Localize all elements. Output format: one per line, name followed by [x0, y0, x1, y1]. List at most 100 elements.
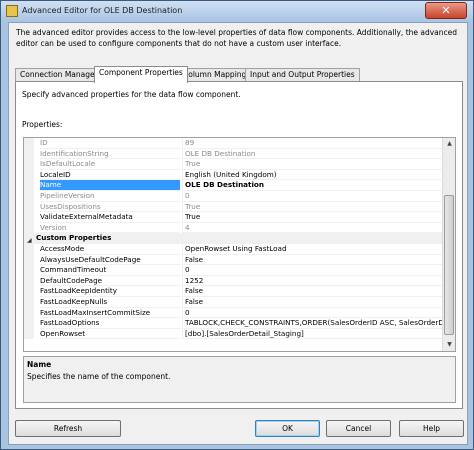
- property-value: 0: [182, 191, 442, 202]
- property-value[interactable]: 0: [182, 307, 442, 319]
- property-value[interactable]: 1252: [182, 275, 442, 287]
- property-value: 89: [182, 138, 442, 149]
- row-gutter: [24, 201, 34, 213]
- property-help-box: Name Specifies the name of the component…: [23, 356, 456, 403]
- ok-button[interactable]: OK: [255, 420, 320, 437]
- row-gutter: [24, 138, 34, 149]
- property-row[interactable]: Version 4: [24, 222, 442, 234]
- property-name: OpenRowset: [40, 329, 180, 340]
- row-gutter: [24, 318, 34, 329]
- close-button[interactable]: ✕: [425, 2, 467, 19]
- scroll-down-icon[interactable]: ▼: [443, 339, 455, 351]
- properties-label: Properties:: [22, 120, 63, 129]
- row-gutter: [24, 191, 34, 202]
- property-value[interactable]: [dbo].[SalesOrderDetail_Staging]: [182, 328, 442, 340]
- property-row[interactable]: AccessMode OpenRowset Using FastLoad: [24, 244, 442, 255]
- property-name: Version: [40, 223, 180, 234]
- property-row[interactable]: CommandTimeout 0: [24, 265, 442, 276]
- property-name: CommandTimeout: [40, 265, 180, 276]
- property-name: AlwaysUseDefaultCodePage: [40, 255, 180, 266]
- property-row[interactable]: IdentificationString OLE DB Destination: [24, 148, 442, 160]
- property-row-selected[interactable]: Name OLE DB Destination: [24, 180, 442, 191]
- row-gutter: [24, 328, 34, 340]
- property-grid: ID 89 IdentificationString OLE DB Destin…: [23, 137, 456, 352]
- refresh-button[interactable]: Refresh: [15, 420, 121, 437]
- property-value[interactable]: OpenRowset Using FastLoad: [182, 244, 442, 255]
- property-row[interactable]: DefaultCodePage 1252: [24, 275, 442, 287]
- property-value[interactable]: False: [182, 254, 442, 266]
- property-row[interactable]: AlwaysUseDefaultCodePage False: [24, 254, 442, 266]
- property-name: ID: [40, 138, 180, 149]
- cancel-button[interactable]: Cancel: [326, 420, 391, 437]
- row-gutter: [24, 180, 34, 191]
- property-row[interactable]: UsesDispositions True: [24, 201, 442, 213]
- property-name: IdentificationString: [40, 149, 180, 160]
- property-value: True: [182, 201, 442, 213]
- property-name: FastLoadKeepNulls: [40, 297, 180, 308]
- property-value[interactable]: False: [182, 297, 442, 308]
- property-row[interactable]: LocaleID English (United Kingdom): [24, 169, 442, 181]
- row-gutter: [24, 169, 34, 181]
- row-gutter: [24, 159, 34, 170]
- property-name: DefaultCodePage: [40, 276, 180, 287]
- scrollbar-thumb[interactable]: [444, 195, 454, 335]
- row-gutter: [24, 222, 34, 234]
- tab-column-mappings[interactable]: Column Mappings: [178, 68, 256, 82]
- row-gutter: [24, 297, 34, 308]
- property-value[interactable]: English (United Kingdom): [182, 169, 442, 181]
- row-gutter: [24, 254, 34, 266]
- property-name: AccessMode: [40, 244, 180, 255]
- property-row[interactable]: FastLoadOptions TABLOCK,CHECK_CONSTRAINT…: [24, 318, 442, 329]
- help-button[interactable]: Help: [399, 420, 464, 437]
- row-gutter: [24, 265, 34, 276]
- property-name: ValidateExternalMetadata: [40, 212, 180, 223]
- app-icon: [6, 5, 18, 17]
- property-name: FastLoadOptions: [40, 318, 180, 329]
- property-name: FastLoadKeepIdentity: [40, 286, 180, 297]
- property-row[interactable]: FastLoadMaxInsertCommitSize 0: [24, 307, 442, 319]
- property-name: FastLoadMaxInsertCommitSize: [40, 308, 180, 319]
- panel-description: Specify advanced properties for the data…: [22, 90, 241, 99]
- property-row[interactable]: ValidateExternalMetadata True: [24, 212, 442, 223]
- row-gutter: [24, 212, 34, 223]
- property-row[interactable]: OpenRowset [dbo].[SalesOrderDetail_Stagi…: [24, 328, 442, 340]
- component-properties-panel: Specify advanced properties for the data…: [15, 81, 463, 409]
- property-row[interactable]: PipelineVersion 0: [24, 191, 442, 202]
- property-value[interactable]: TABLOCK,CHECK_CONSTRAINTS,ORDER(SalesOrd…: [182, 318, 442, 329]
- row-gutter: [24, 275, 34, 287]
- property-row[interactable]: IsDefaultLocale True: [24, 159, 442, 170]
- help-text: Specifies the name of the component.: [27, 372, 171, 381]
- property-row[interactable]: FastLoadKeepIdentity False: [24, 286, 442, 297]
- tab-input-output-properties[interactable]: Input and Output Properties: [245, 68, 360, 82]
- help-title: Name: [27, 360, 52, 369]
- property-name: PipelineVersion: [40, 191, 180, 202]
- property-value: True: [182, 159, 442, 170]
- row-gutter: [24, 307, 34, 319]
- vertical-scrollbar[interactable]: ▲ ▼: [442, 138, 455, 351]
- property-name: LocaleID: [40, 170, 180, 181]
- tab-component-properties[interactable]: Component Properties: [94, 66, 188, 83]
- advanced-editor-window: Advanced Editor for OLE DB Destination ✕…: [0, 0, 474, 450]
- property-name: Name: [40, 180, 180, 191]
- property-value: 4: [182, 222, 442, 234]
- tab-connection-managers[interactable]: Connection Managers: [15, 68, 107, 82]
- property-value[interactable]: False: [182, 286, 442, 297]
- editor-description: The advanced editor provides access to t…: [16, 28, 458, 48]
- row-gutter: [24, 148, 34, 160]
- property-name: UsesDispositions: [40, 202, 180, 213]
- dialog-client: The advanced editor provides access to t…: [8, 22, 468, 445]
- title-bar[interactable]: Advanced Editor for OLE DB Destination ✕: [1, 1, 473, 22]
- property-value[interactable]: 0: [182, 265, 442, 276]
- category-custom-properties[interactable]: ◢ Custom Properties: [24, 233, 442, 244]
- category-label: Custom Properties: [36, 233, 112, 243]
- scroll-up-icon[interactable]: ▲: [443, 138, 455, 150]
- property-value[interactable]: OLE DB Destination: [182, 180, 442, 191]
- property-value[interactable]: True: [182, 212, 442, 223]
- property-value: OLE DB Destination: [182, 148, 442, 160]
- property-row[interactable]: ID 89: [24, 138, 442, 149]
- window-title: Advanced Editor for OLE DB Destination: [22, 6, 183, 15]
- property-name: IsDefaultLocale: [40, 159, 180, 170]
- row-gutter: [24, 244, 34, 255]
- property-row[interactable]: FastLoadKeepNulls False: [24, 297, 442, 308]
- row-gutter: [24, 286, 34, 297]
